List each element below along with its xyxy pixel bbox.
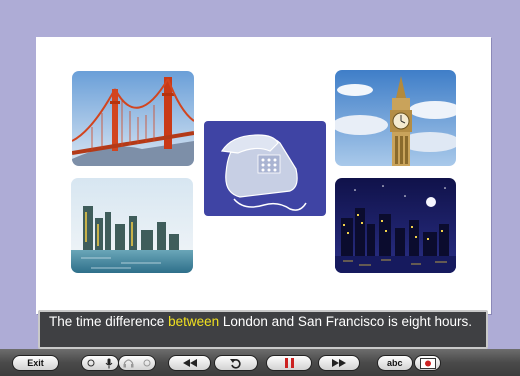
- fast-forward-icon: [332, 359, 346, 367]
- rewind-button[interactable]: [168, 355, 211, 371]
- replay-button[interactable]: [214, 355, 258, 371]
- record-indicator-icon: [419, 357, 436, 369]
- exit-label: Exit: [27, 358, 44, 368]
- playback-voice-button[interactable]: [118, 355, 156, 371]
- fast-forward-button[interactable]: [318, 355, 360, 371]
- record-dot-icon: [87, 359, 95, 367]
- golden-gate-bridge-image[interactable]: [72, 71, 194, 166]
- play-dot-icon: [143, 359, 151, 367]
- record-voice-button[interactable]: [81, 355, 119, 371]
- pause-icon: [284, 358, 294, 368]
- san-francisco-skyline-image[interactable]: [71, 178, 193, 273]
- show-text-button[interactable]: abc: [377, 355, 413, 371]
- caption-text-after: London and San Francisco is eight hours.: [219, 314, 473, 329]
- london-night-skyline-image[interactable]: [335, 178, 456, 273]
- exit-button[interactable]: Exit: [12, 355, 59, 371]
- content-card: [36, 37, 491, 314]
- microphone-icon: [105, 358, 113, 369]
- text-toggle-button[interactable]: [414, 355, 441, 371]
- caption-text-before: The time difference: [49, 314, 169, 329]
- pause-button[interactable]: [266, 355, 312, 371]
- caption-highlight-word[interactable]: between: [168, 314, 219, 329]
- stage: [0, 0, 520, 346]
- caption-box: The time difference between London and S…: [38, 310, 488, 349]
- replay-icon: [230, 358, 242, 369]
- headphones-icon: [123, 358, 134, 368]
- abc-label: abc: [387, 358, 403, 368]
- big-ben-image[interactable]: [335, 70, 456, 166]
- control-bar: [0, 349, 520, 376]
- telephone-image[interactable]: [204, 121, 326, 216]
- rewind-icon: [182, 359, 197, 367]
